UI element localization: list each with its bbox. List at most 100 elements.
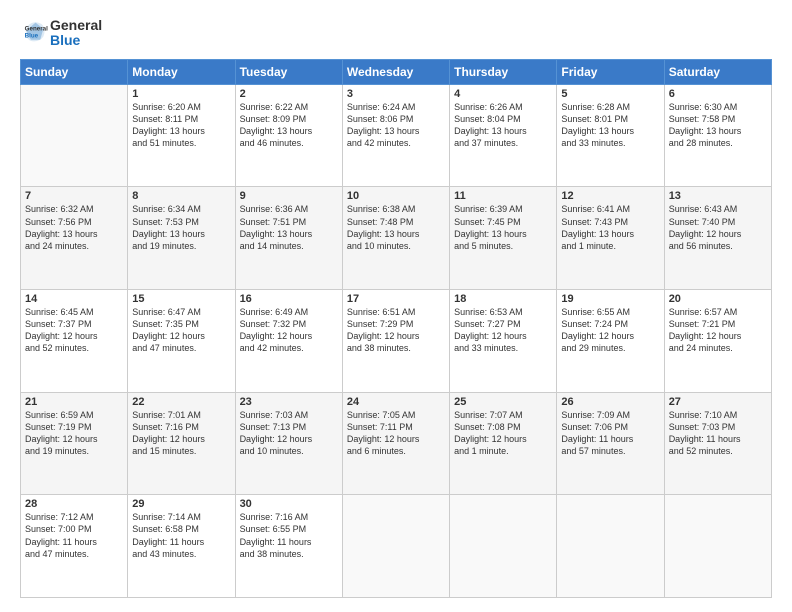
day-info: Sunrise: 7:07 AM Sunset: 7:08 PM Dayligh…: [454, 409, 552, 458]
calendar-day-header: Saturday: [664, 59, 771, 84]
calendar-cell: 22Sunrise: 7:01 AM Sunset: 7:16 PM Dayli…: [128, 392, 235, 495]
calendar-cell: [450, 495, 557, 598]
day-number: 22: [132, 396, 230, 408]
day-info: Sunrise: 6:43 AM Sunset: 7:40 PM Dayligh…: [669, 203, 767, 252]
day-number: 20: [669, 293, 767, 305]
day-info: Sunrise: 7:01 AM Sunset: 7:16 PM Dayligh…: [132, 409, 230, 458]
svg-text:Blue: Blue: [25, 33, 39, 40]
calendar-cell: 10Sunrise: 6:38 AM Sunset: 7:48 PM Dayli…: [342, 187, 449, 290]
calendar-week-row: 7Sunrise: 6:32 AM Sunset: 7:56 PM Daylig…: [21, 187, 772, 290]
day-info: Sunrise: 7:05 AM Sunset: 7:11 PM Dayligh…: [347, 409, 445, 458]
calendar-cell: 2Sunrise: 6:22 AM Sunset: 8:09 PM Daylig…: [235, 84, 342, 187]
logo-text-blue: Blue: [50, 33, 102, 48]
calendar-week-row: 14Sunrise: 6:45 AM Sunset: 7:37 PM Dayli…: [21, 290, 772, 393]
calendar-cell: 11Sunrise: 6:39 AM Sunset: 7:45 PM Dayli…: [450, 187, 557, 290]
calendar-cell: 15Sunrise: 6:47 AM Sunset: 7:35 PM Dayli…: [128, 290, 235, 393]
day-number: 25: [454, 396, 552, 408]
logo-text-general: General: [50, 18, 102, 33]
calendar-cell: 25Sunrise: 7:07 AM Sunset: 7:08 PM Dayli…: [450, 392, 557, 495]
day-info: Sunrise: 7:16 AM Sunset: 6:55 PM Dayligh…: [240, 511, 338, 560]
calendar-cell: 20Sunrise: 6:57 AM Sunset: 7:21 PM Dayli…: [664, 290, 771, 393]
calendar-week-row: 21Sunrise: 6:59 AM Sunset: 7:19 PM Dayli…: [21, 392, 772, 495]
calendar-cell: 5Sunrise: 6:28 AM Sunset: 8:01 PM Daylig…: [557, 84, 664, 187]
calendar-day-header: Tuesday: [235, 59, 342, 84]
day-number: 6: [669, 88, 767, 100]
day-info: Sunrise: 6:49 AM Sunset: 7:32 PM Dayligh…: [240, 306, 338, 355]
day-number: 26: [561, 396, 659, 408]
day-number: 28: [25, 498, 123, 510]
calendar-cell: 23Sunrise: 7:03 AM Sunset: 7:13 PM Dayli…: [235, 392, 342, 495]
logo-icon: General Blue: [20, 18, 48, 46]
calendar-cell: [21, 84, 128, 187]
day-number: 2: [240, 88, 338, 100]
day-number: 23: [240, 396, 338, 408]
day-info: Sunrise: 6:36 AM Sunset: 7:51 PM Dayligh…: [240, 203, 338, 252]
calendar-cell: 21Sunrise: 6:59 AM Sunset: 7:19 PM Dayli…: [21, 392, 128, 495]
day-number: 30: [240, 498, 338, 510]
calendar-cell: 30Sunrise: 7:16 AM Sunset: 6:55 PM Dayli…: [235, 495, 342, 598]
day-info: Sunrise: 7:10 AM Sunset: 7:03 PM Dayligh…: [669, 409, 767, 458]
calendar-cell: 14Sunrise: 6:45 AM Sunset: 7:37 PM Dayli…: [21, 290, 128, 393]
day-info: Sunrise: 6:20 AM Sunset: 8:11 PM Dayligh…: [132, 101, 230, 150]
calendar-cell: 13Sunrise: 6:43 AM Sunset: 7:40 PM Dayli…: [664, 187, 771, 290]
calendar-cell: 16Sunrise: 6:49 AM Sunset: 7:32 PM Dayli…: [235, 290, 342, 393]
day-info: Sunrise: 7:03 AM Sunset: 7:13 PM Dayligh…: [240, 409, 338, 458]
calendar-table: SundayMondayTuesdayWednesdayThursdayFrid…: [20, 59, 772, 598]
calendar-cell: 19Sunrise: 6:55 AM Sunset: 7:24 PM Dayli…: [557, 290, 664, 393]
calendar-cell: 29Sunrise: 7:14 AM Sunset: 6:58 PM Dayli…: [128, 495, 235, 598]
calendar-day-header: Monday: [128, 59, 235, 84]
day-info: Sunrise: 6:41 AM Sunset: 7:43 PM Dayligh…: [561, 203, 659, 252]
calendar-cell: [664, 495, 771, 598]
day-number: 18: [454, 293, 552, 305]
day-info: Sunrise: 6:30 AM Sunset: 7:58 PM Dayligh…: [669, 101, 767, 150]
day-number: 14: [25, 293, 123, 305]
calendar-day-header: Thursday: [450, 59, 557, 84]
day-number: 1: [132, 88, 230, 100]
calendar-cell: 8Sunrise: 6:34 AM Sunset: 7:53 PM Daylig…: [128, 187, 235, 290]
day-info: Sunrise: 6:26 AM Sunset: 8:04 PM Dayligh…: [454, 101, 552, 150]
calendar-cell: 9Sunrise: 6:36 AM Sunset: 7:51 PM Daylig…: [235, 187, 342, 290]
calendar-cell: 7Sunrise: 6:32 AM Sunset: 7:56 PM Daylig…: [21, 187, 128, 290]
calendar-cell: 18Sunrise: 6:53 AM Sunset: 7:27 PM Dayli…: [450, 290, 557, 393]
calendar-cell: 28Sunrise: 7:12 AM Sunset: 7:00 PM Dayli…: [21, 495, 128, 598]
calendar-header-row: SundayMondayTuesdayWednesdayThursdayFrid…: [21, 59, 772, 84]
day-info: Sunrise: 6:22 AM Sunset: 8:09 PM Dayligh…: [240, 101, 338, 150]
calendar-cell: 1Sunrise: 6:20 AM Sunset: 8:11 PM Daylig…: [128, 84, 235, 187]
day-info: Sunrise: 6:51 AM Sunset: 7:29 PM Dayligh…: [347, 306, 445, 355]
calendar-cell: 12Sunrise: 6:41 AM Sunset: 7:43 PM Dayli…: [557, 187, 664, 290]
day-number: 8: [132, 190, 230, 202]
calendar-cell: 26Sunrise: 7:09 AM Sunset: 7:06 PM Dayli…: [557, 392, 664, 495]
calendar-day-header: Wednesday: [342, 59, 449, 84]
day-info: Sunrise: 6:39 AM Sunset: 7:45 PM Dayligh…: [454, 203, 552, 252]
day-number: 9: [240, 190, 338, 202]
day-info: Sunrise: 6:34 AM Sunset: 7:53 PM Dayligh…: [132, 203, 230, 252]
calendar-day-header: Sunday: [21, 59, 128, 84]
calendar-cell: 3Sunrise: 6:24 AM Sunset: 8:06 PM Daylig…: [342, 84, 449, 187]
calendar-week-row: 28Sunrise: 7:12 AM Sunset: 7:00 PM Dayli…: [21, 495, 772, 598]
day-number: 12: [561, 190, 659, 202]
day-number: 10: [347, 190, 445, 202]
day-number: 5: [561, 88, 659, 100]
calendar-cell: [557, 495, 664, 598]
day-number: 19: [561, 293, 659, 305]
day-info: Sunrise: 6:32 AM Sunset: 7:56 PM Dayligh…: [25, 203, 123, 252]
day-number: 17: [347, 293, 445, 305]
day-info: Sunrise: 6:53 AM Sunset: 7:27 PM Dayligh…: [454, 306, 552, 355]
day-number: 7: [25, 190, 123, 202]
logo: General Blue General Blue: [20, 18, 102, 49]
day-info: Sunrise: 6:59 AM Sunset: 7:19 PM Dayligh…: [25, 409, 123, 458]
day-info: Sunrise: 6:57 AM Sunset: 7:21 PM Dayligh…: [669, 306, 767, 355]
day-info: Sunrise: 6:55 AM Sunset: 7:24 PM Dayligh…: [561, 306, 659, 355]
day-number: 11: [454, 190, 552, 202]
day-info: Sunrise: 6:38 AM Sunset: 7:48 PM Dayligh…: [347, 203, 445, 252]
calendar-week-row: 1Sunrise: 6:20 AM Sunset: 8:11 PM Daylig…: [21, 84, 772, 187]
day-number: 16: [240, 293, 338, 305]
calendar-day-header: Friday: [557, 59, 664, 84]
day-info: Sunrise: 7:09 AM Sunset: 7:06 PM Dayligh…: [561, 409, 659, 458]
day-number: 3: [347, 88, 445, 100]
day-number: 15: [132, 293, 230, 305]
calendar-cell: 24Sunrise: 7:05 AM Sunset: 7:11 PM Dayli…: [342, 392, 449, 495]
calendar-cell: 17Sunrise: 6:51 AM Sunset: 7:29 PM Dayli…: [342, 290, 449, 393]
day-info: Sunrise: 6:28 AM Sunset: 8:01 PM Dayligh…: [561, 101, 659, 150]
day-number: 29: [132, 498, 230, 510]
